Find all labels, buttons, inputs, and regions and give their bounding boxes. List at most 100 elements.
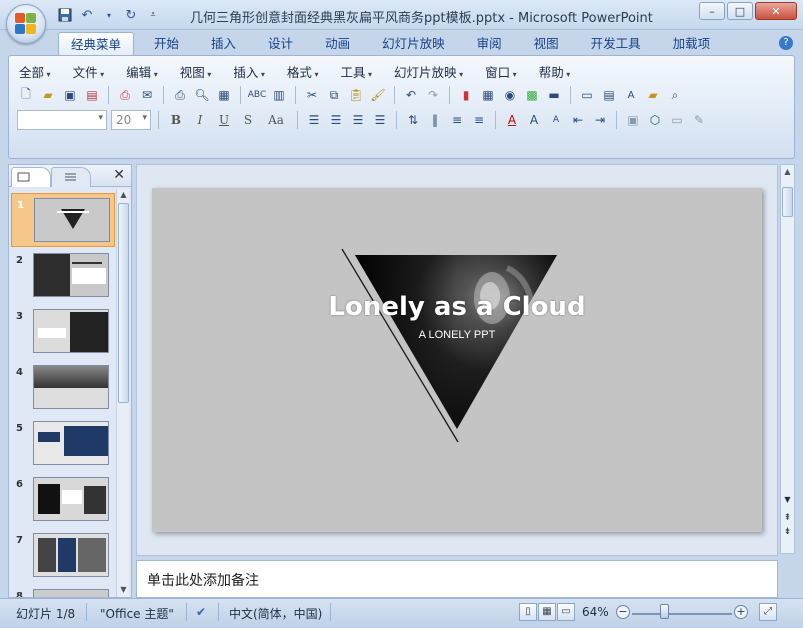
- slide-thumbnail[interactable]: 7: [11, 529, 115, 583]
- tab-view[interactable]: 视图: [522, 32, 571, 56]
- spell-check-icon[interactable]: ✔: [196, 605, 206, 619]
- menu-view[interactable]: 视图: [180, 62, 212, 81]
- slide-thumbnail[interactable]: 6: [11, 473, 115, 527]
- slide-subtitle[interactable]: A LONELY PPT: [152, 329, 762, 341]
- tab-developer[interactable]: 开发工具: [579, 32, 653, 56]
- tab-design[interactable]: 设计: [256, 32, 305, 56]
- shapes-icon[interactable]: ⬡: [646, 111, 664, 129]
- bold-button[interactable]: B: [166, 111, 186, 129]
- insert-table-icon[interactable]: ▦: [479, 86, 497, 104]
- previous-slide-icon[interactable]: ⇞: [782, 513, 793, 523]
- paste-icon[interactable]: 📋︎: [347, 86, 365, 104]
- menu-help[interactable]: 帮助: [539, 62, 571, 81]
- slide-thumbnail[interactable]: 5: [11, 417, 115, 471]
- align-left-icon[interactable]: ☰: [305, 111, 323, 129]
- tab-addins[interactable]: 加载项: [661, 32, 723, 56]
- slideshow-view-button[interactable]: ▭: [557, 603, 575, 621]
- menu-slideshow[interactable]: 幻灯片放映: [394, 62, 463, 81]
- thesaurus-icon[interactable]: ▥: [270, 86, 288, 104]
- menu-all[interactable]: 全部: [19, 62, 51, 81]
- shape-fill-icon[interactable]: ▬: [545, 86, 563, 104]
- maximize-button[interactable]: □: [727, 2, 753, 20]
- menu-edit[interactable]: 编辑: [126, 62, 158, 81]
- slide-title[interactable]: Lonely as a Cloud: [152, 292, 762, 322]
- redo-icon[interactable]: ↷: [424, 86, 442, 104]
- slide-thumbnail[interactable]: 2: [11, 249, 115, 303]
- scroll-down-icon[interactable]: ▼: [782, 495, 793, 504]
- menu-tools[interactable]: 工具: [340, 62, 372, 81]
- change-case-button[interactable]: Aa: [262, 111, 290, 129]
- shape-outline-icon[interactable]: ✎: [690, 111, 708, 129]
- language-indicator[interactable]: 中文(简体，中国): [229, 605, 322, 622]
- scroll-thumb[interactable]: [118, 203, 129, 403]
- insert-picture-icon[interactable]: ◉: [501, 86, 519, 104]
- smartart-icon[interactable]: ▩: [523, 86, 541, 104]
- font-name-select[interactable]: [17, 110, 107, 130]
- increase-indent-icon[interactable]: ⇥: [591, 111, 609, 129]
- slide-canvas[interactable]: Lonely as a Cloud A LONELY PPT: [152, 188, 762, 532]
- folder-icon[interactable]: ▰: [644, 86, 662, 104]
- save-icon[interactable]: [56, 6, 74, 24]
- scroll-thumb[interactable]: [782, 187, 793, 217]
- tab-outline[interactable]: [51, 167, 91, 187]
- quick-styles-icon[interactable]: ▭: [668, 111, 686, 129]
- new-slide-icon[interactable]: ▭: [578, 86, 596, 104]
- slide-scrollbar[interactable]: ▲ ▼ ⇞ ⇟: [780, 164, 795, 554]
- tab-review[interactable]: 审阅: [465, 32, 514, 56]
- font-color-icon[interactable]: A: [503, 111, 521, 129]
- slide-thumbnail[interactable]: 8: [11, 585, 115, 597]
- print-icon[interactable]: ⎙: [171, 86, 189, 104]
- text-box-icon[interactable]: A: [622, 86, 640, 104]
- research-icon[interactable]: ▦: [215, 86, 233, 104]
- email-icon[interactable]: ✉: [138, 86, 156, 104]
- arrange-icon[interactable]: ▣: [624, 111, 642, 129]
- format-painter-icon[interactable]: 🖌︎: [369, 86, 387, 104]
- tab-insert[interactable]: 插入: [199, 32, 248, 56]
- notes-pane[interactable]: 单击此处添加备注: [136, 560, 778, 598]
- tab-animations[interactable]: 动画: [313, 32, 362, 56]
- menu-insert[interactable]: 插入: [233, 62, 265, 81]
- fit-to-window-button[interactable]: ⤢: [759, 603, 777, 621]
- qat-dropdown-icon[interactable]: ▾: [100, 6, 118, 24]
- close-pane-icon[interactable]: ✕: [113, 167, 125, 183]
- align-right-icon[interactable]: ☰: [349, 111, 367, 129]
- menu-format[interactable]: 格式: [287, 62, 319, 81]
- close-button[interactable]: ✕: [755, 2, 797, 20]
- align-center-icon[interactable]: ☰: [327, 111, 345, 129]
- print-preview-icon[interactable]: 🔍︎: [193, 86, 211, 104]
- shadow-button[interactable]: S: [238, 111, 258, 129]
- grow-font-icon[interactable]: A: [525, 111, 543, 129]
- undo-icon[interactable]: ↶: [402, 86, 420, 104]
- save-icon[interactable]: ▣: [61, 86, 79, 104]
- scroll-down-icon[interactable]: ▼: [118, 585, 129, 596]
- zoom-level[interactable]: 64%: [582, 605, 609, 619]
- slide-sorter-button[interactable]: ▦: [538, 603, 556, 621]
- decrease-indent-icon[interactable]: ⇤: [569, 111, 587, 129]
- slide-thumbnail[interactable]: 3: [11, 305, 115, 359]
- menu-window[interactable]: 窗口: [485, 62, 517, 81]
- text-direction-icon[interactable]: ⇅: [404, 111, 422, 129]
- justify-icon[interactable]: ☰: [371, 111, 389, 129]
- copy-icon[interactable]: ⧉: [325, 86, 343, 104]
- insert-chart-icon[interactable]: ▮: [457, 86, 475, 104]
- tab-classic-menu[interactable]: 经典菜单: [58, 32, 135, 56]
- office-button[interactable]: [6, 4, 46, 44]
- scroll-up-icon[interactable]: ▲: [782, 167, 793, 178]
- redo-icon[interactable]: ↻: [122, 6, 140, 24]
- open-folder-icon[interactable]: ▰: [39, 86, 57, 104]
- scroll-up-icon[interactable]: ▲: [118, 190, 129, 201]
- cut-icon[interactable]: ✂: [303, 86, 321, 104]
- normal-view-button[interactable]: ▯: [519, 603, 537, 621]
- italic-button[interactable]: I: [190, 111, 210, 129]
- zoom-out-button[interactable]: −: [616, 605, 630, 619]
- minimize-button[interactable]: –: [699, 2, 725, 20]
- spelling-icon[interactable]: ABC: [248, 86, 266, 104]
- thumbnail-scrollbar[interactable]: ▲ ▼: [116, 189, 129, 597]
- zoom-slider-handle[interactable]: [660, 604, 669, 619]
- permission-icon[interactable]: ▤: [83, 86, 101, 104]
- shrink-font-icon[interactable]: A: [547, 111, 565, 129]
- tab-home[interactable]: 开始: [142, 32, 191, 56]
- print-to-pdf-icon[interactable]: ⎙: [116, 86, 134, 104]
- slide-thumbnail[interactable]: 4: [11, 361, 115, 415]
- search-icon[interactable]: ⌕: [666, 86, 684, 104]
